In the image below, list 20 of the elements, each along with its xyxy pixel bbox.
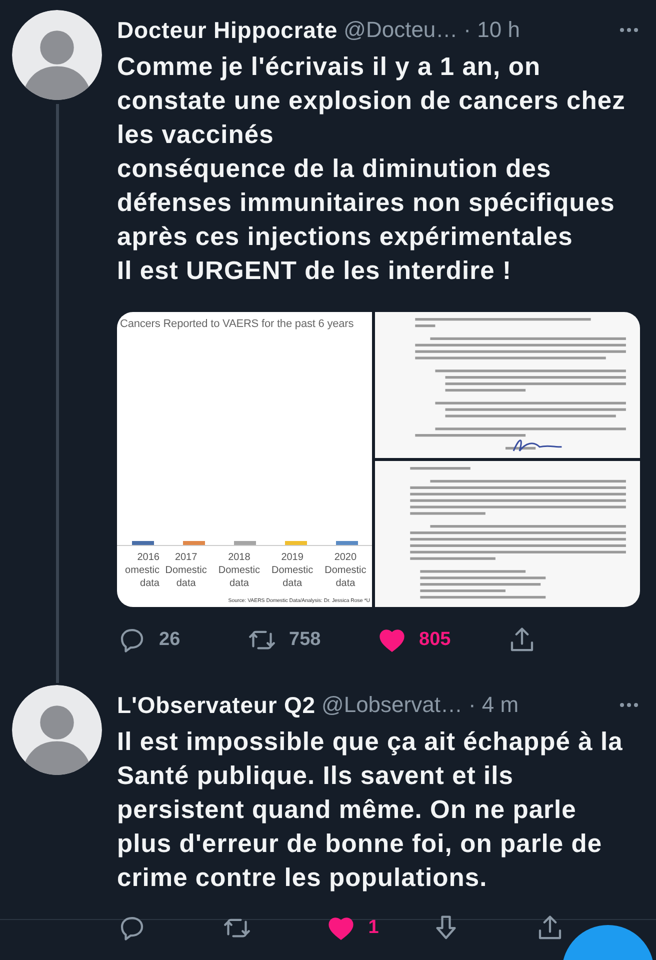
author-handle: @Lobservat…: [322, 692, 462, 718]
category-label: 2019 Domestic data: [270, 551, 314, 590]
category-label: 2018 Domestic data: [217, 551, 262, 590]
action-count: 26: [159, 629, 180, 651]
category-label: 2016 omestic data: [124, 551, 160, 590]
tweet-text: Il est impossible que ça ait échappé à la Santé publique. Ils savent et ils persistent quand même. On ne parle plus d'erreur de bonne foi, on parle de crime contre les populations.: [117, 727, 624, 894]
avatar[interactable]: [12, 685, 102, 775]
action-count: 1: [368, 917, 379, 939]
category-label: 2017 Domestic data: [164, 551, 208, 590]
action-count: 805: [419, 629, 451, 651]
author-name: L'Observateur Q2: [117, 692, 316, 718]
category-label: 2020 Domestic data: [324, 551, 368, 590]
author-name: Docteur Hippocrate: [117, 16, 338, 44]
action-count: 758: [289, 629, 321, 651]
timestamp: · 4 m: [468, 692, 519, 718]
avatar[interactable]: [12, 10, 102, 100]
tweet-text: Comme je l'écrivais il y a 1 an, on constate une explosion de cancers chez les vaccinés conséquence de la diminution des défenses immunitaires non spécifiques après ces injections expérimentales Il est URGENT de les interdire !: [117, 52, 626, 287]
timestamp: · 10 h: [464, 17, 520, 43]
chart-title: Cancers Reported to VAERS for the past 6 years: [119, 317, 355, 330]
author-handle: @Docteu…: [344, 17, 458, 43]
